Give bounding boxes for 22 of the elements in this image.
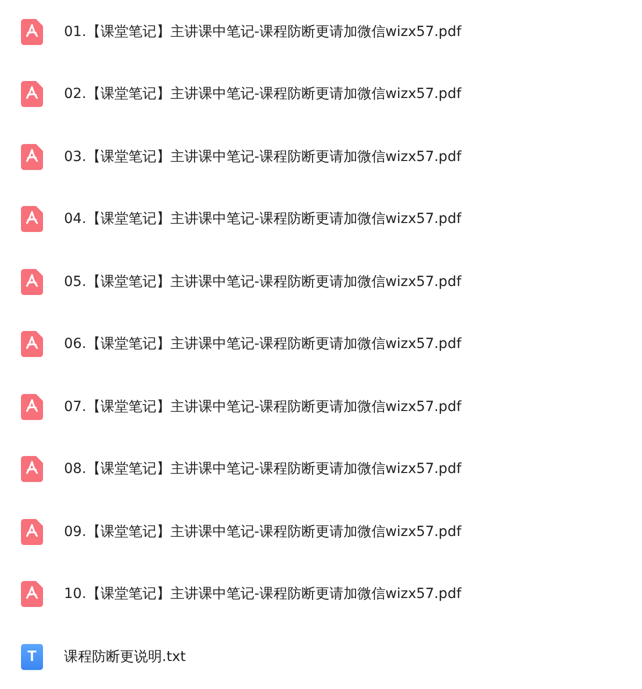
file-name[interactable]: 02.【课堂笔记】主讲课中笔记-课程防断更请加微信wizx57.pdf: [64, 85, 462, 104]
file-name[interactable]: 10.【课堂笔记】主讲课中笔记-课程防断更请加微信wizx57.pdf: [64, 585, 462, 604]
pdf-file-icon: [21, 394, 43, 420]
text-file-icon: T: [21, 644, 43, 670]
file-name[interactable]: 05.【课堂笔记】主讲课中笔记-课程防断更请加微信wizx57.pdf: [64, 272, 462, 291]
pdf-file-icon: [21, 331, 43, 358]
file-name[interactable]: 课程防断更说明.txt: [64, 648, 186, 666]
pdf-file-icon: [21, 144, 43, 170]
pdf-file-icon: [21, 456, 43, 482]
pdf-file-icon: [21, 81, 43, 108]
file-name[interactable]: 09.【课堂笔记】主讲课中笔记-课程防断更请加微信wizx57.pdf: [64, 522, 462, 541]
pdf-file-icon: [21, 268, 43, 295]
pdf-file-icon: [21, 206, 43, 232]
pdf-file-icon: [21, 581, 43, 608]
file-name[interactable]: 03.【课堂笔记】主讲课中笔记-课程防断更请加微信wizx57.pdf: [64, 148, 462, 166]
file-name[interactable]: 07.【课堂笔记】主讲课中笔记-课程防断更请加微信wizx57.pdf: [64, 398, 462, 416]
file-name[interactable]: 01.【课堂笔记】主讲课中笔记-课程防断更请加微信wizx57.pdf: [64, 22, 462, 41]
pdf-file-icon: [21, 18, 43, 45]
file-name[interactable]: 04.【课堂笔记】主讲课中笔记-课程防断更请加微信wizx57.pdf: [64, 210, 462, 228]
pdf-file-icon: [21, 518, 43, 545]
file-name[interactable]: 08.【课堂笔记】主讲课中笔记-课程防断更请加微信wizx57.pdf: [64, 460, 462, 478]
file-name[interactable]: 06.【课堂笔记】主讲课中笔记-课程防断更请加微信wizx57.pdf: [64, 335, 462, 354]
